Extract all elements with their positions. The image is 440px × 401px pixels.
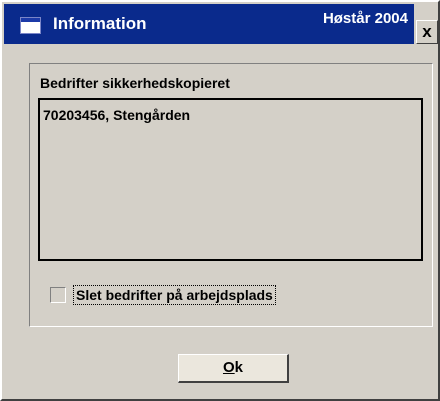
ok-label-rest: k xyxy=(234,359,243,376)
delete-checkbox[interactable] xyxy=(50,287,66,303)
window-icon xyxy=(20,17,41,34)
list-item[interactable]: 70203456, Stengården xyxy=(43,107,190,123)
backup-listbox[interactable]: 70203456, Stengården xyxy=(38,98,423,261)
season-label: Høstår 2004 xyxy=(322,10,408,27)
dialog-window: Information Høstår 2004 x Bedrifter sikk… xyxy=(0,0,440,401)
ok-button[interactable]: Ok xyxy=(178,354,289,383)
close-button[interactable]: x xyxy=(416,20,438,44)
list-label: Bedrifter sikkerhedskopieret xyxy=(40,75,230,91)
ok-mnemonic: O xyxy=(222,359,235,376)
delete-checkbox-label[interactable]: Slet bedrifter på arbejdsplads xyxy=(73,285,276,305)
window-title: Information xyxy=(53,14,147,33)
title-bar[interactable]: Information Høstår 2004 xyxy=(4,4,414,44)
